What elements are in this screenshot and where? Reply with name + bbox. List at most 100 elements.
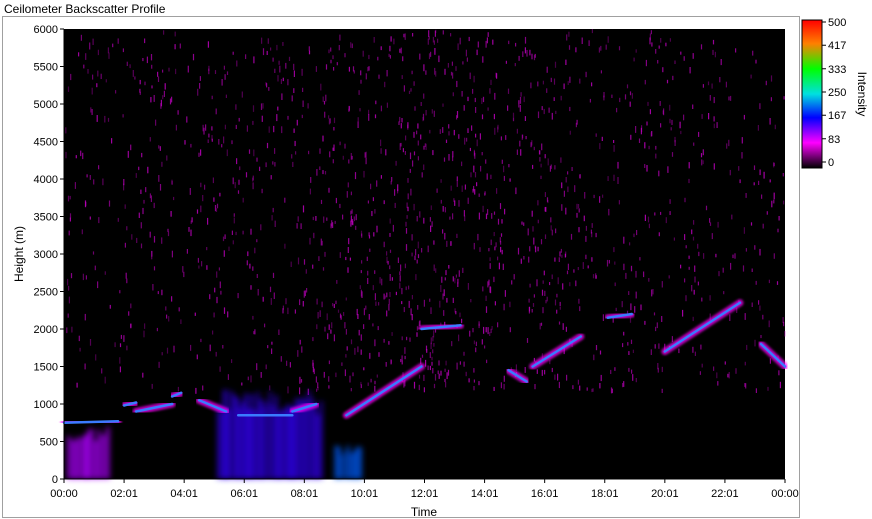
noise-speck xyxy=(752,50,754,56)
noise-speck xyxy=(96,115,98,122)
noise-speck xyxy=(350,220,352,227)
noise-speck xyxy=(418,374,421,379)
noise-speck xyxy=(469,72,471,80)
noise-speck xyxy=(294,309,296,314)
noise-speck xyxy=(744,361,746,366)
noise-speck xyxy=(368,114,370,121)
noise-speck xyxy=(406,202,408,209)
noise-speck xyxy=(547,158,549,166)
noise-speck xyxy=(126,278,128,284)
noise-speck xyxy=(669,38,671,42)
noise-speck xyxy=(497,218,500,225)
noise-speck xyxy=(333,117,336,124)
noise-speck xyxy=(523,256,525,260)
noise-speck xyxy=(567,81,569,85)
noise-speck xyxy=(701,363,703,368)
noise-speck xyxy=(626,84,629,89)
noise-speck xyxy=(360,79,362,84)
noise-speck xyxy=(405,228,408,234)
noise-speck xyxy=(485,306,488,313)
y-tick-label: 1000 xyxy=(34,399,58,411)
noise-speck xyxy=(224,234,226,239)
noise-speck xyxy=(489,88,491,94)
noise-speck xyxy=(350,42,352,48)
noise-speck xyxy=(432,368,434,374)
scatter-column xyxy=(313,405,317,479)
noise-speck xyxy=(632,374,634,381)
noise-speck xyxy=(490,79,492,85)
scatter-column xyxy=(82,436,86,479)
noise-speck xyxy=(461,161,463,167)
noise-speck xyxy=(112,43,114,48)
noise-speck xyxy=(561,182,563,189)
scatter-column xyxy=(274,395,278,479)
noise-speck xyxy=(452,213,454,220)
noise-speck xyxy=(771,200,773,208)
noise-speck xyxy=(232,177,234,185)
noise-speck xyxy=(743,227,745,234)
noise-speck xyxy=(650,349,652,355)
noise-speck xyxy=(312,337,314,342)
noise-speck xyxy=(655,326,657,332)
noise-speck xyxy=(119,357,121,364)
noise-speck xyxy=(423,93,425,99)
noise-speck xyxy=(317,312,319,319)
noise-speck xyxy=(505,60,507,64)
noise-speck xyxy=(149,231,151,238)
noise-speck xyxy=(731,214,733,220)
noise-speck xyxy=(228,246,230,251)
noise-speck xyxy=(85,275,87,280)
scatter-column xyxy=(358,447,362,479)
noise-speck xyxy=(261,115,263,122)
noise-speck xyxy=(469,147,471,152)
noise-speck xyxy=(644,142,646,149)
noise-speck xyxy=(197,257,199,263)
noise-speck xyxy=(71,326,73,333)
noise-speck xyxy=(585,71,587,78)
noise-speck xyxy=(233,217,235,224)
noise-speck xyxy=(380,148,382,154)
noise-speck xyxy=(565,326,567,332)
noise-speck xyxy=(98,165,100,170)
noise-speck xyxy=(550,77,552,83)
noise-speck xyxy=(450,33,452,37)
noise-speck xyxy=(445,360,447,366)
noise-speck xyxy=(660,211,662,215)
noise-speck xyxy=(648,223,650,229)
noise-speck xyxy=(475,341,477,346)
noise-speck xyxy=(760,335,762,339)
x-tick-label: 18:01 xyxy=(591,488,619,500)
noise-speck xyxy=(215,351,217,357)
noise-speck xyxy=(757,125,759,131)
noise-speck xyxy=(602,194,604,198)
noise-speck xyxy=(759,103,761,110)
noise-speck xyxy=(605,44,607,50)
noise-speck xyxy=(765,80,767,86)
y-tick-label: 6000 xyxy=(34,24,58,36)
noise-speck xyxy=(69,213,72,219)
noise-speck xyxy=(344,322,346,329)
noise-speck xyxy=(68,296,70,304)
noise-speck xyxy=(389,218,391,224)
noise-speck xyxy=(370,183,372,190)
noise-speck xyxy=(323,216,325,223)
noise-speck xyxy=(346,346,348,351)
noise-speck xyxy=(433,110,435,117)
noise-speck xyxy=(487,327,489,335)
noise-speck xyxy=(666,79,669,84)
noise-speck xyxy=(549,359,551,365)
noise-speck xyxy=(257,289,259,296)
noise-speck xyxy=(331,322,333,329)
noise-speck xyxy=(475,347,477,353)
noise-speck xyxy=(569,106,571,112)
scatter-column xyxy=(85,433,89,479)
noise-speck xyxy=(444,68,446,75)
noise-speck xyxy=(365,305,367,310)
noise-speck xyxy=(644,214,646,221)
noise-speck xyxy=(245,172,248,178)
noise-speck xyxy=(473,242,475,250)
noise-speck xyxy=(773,192,775,200)
noise-speck xyxy=(358,329,360,336)
noise-speck xyxy=(568,31,570,37)
noise-speck xyxy=(769,118,771,125)
